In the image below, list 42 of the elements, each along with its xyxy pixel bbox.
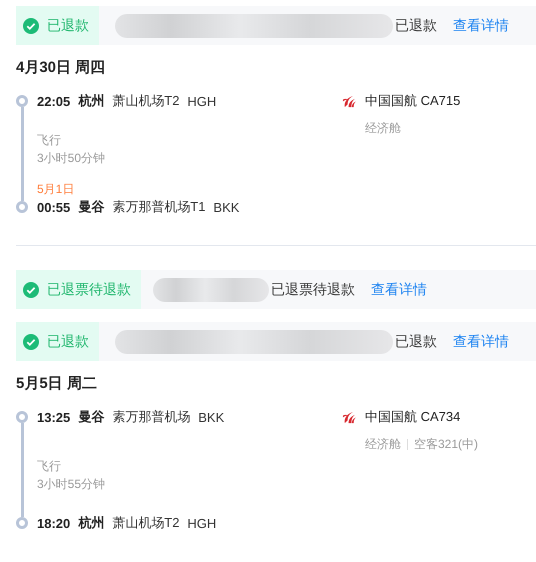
arrival-airport: 素万那普机场T1 bbox=[112, 198, 206, 216]
status-text: 已退款 bbox=[395, 332, 437, 350]
arrival-airport: 萧山机场T2 bbox=[112, 514, 180, 532]
arrival-date: 5月1日 bbox=[37, 181, 76, 198]
departure-time: 13:25 bbox=[37, 410, 70, 424]
cabin-info: 经济舱 bbox=[365, 120, 401, 137]
departure-city: 曼谷 bbox=[78, 408, 104, 426]
arrival-time: 18:20 bbox=[37, 516, 70, 530]
check-icon bbox=[23, 334, 39, 350]
date-heading: 4月30日 周四 bbox=[16, 58, 106, 77]
duration-label: 飞行 bbox=[37, 458, 62, 475]
arrival-city: 杭州 bbox=[78, 514, 104, 532]
flight-number: 中国国航 CA715 bbox=[365, 92, 460, 110]
departure-airport: 萧山机场T2 bbox=[112, 92, 180, 110]
duration-label: 飞行 bbox=[37, 132, 62, 149]
status-label: 已退款 bbox=[47, 16, 89, 34]
airport-code: HGH bbox=[187, 516, 216, 530]
departure-time: 22:05 bbox=[37, 94, 70, 108]
details-link[interactable]: 查看详情 bbox=[453, 332, 509, 350]
arrival-time: 00:55 bbox=[37, 200, 70, 214]
flight-duration: 3小时50分钟 bbox=[37, 150, 106, 167]
status-text: 已退款 bbox=[395, 16, 437, 34]
departure-city: 杭州 bbox=[78, 92, 104, 110]
flight-number: 中国国航 CA734 bbox=[365, 408, 460, 426]
status-label: 已退款 bbox=[47, 332, 89, 350]
cabin-info: 空客321(中) bbox=[414, 436, 478, 453]
departure-airport: 素万那普机场 bbox=[112, 408, 190, 426]
airline-logo-icon bbox=[342, 94, 357, 108]
flight-duration: 3小时55分钟 bbox=[37, 476, 106, 493]
arrival-city: 曼谷 bbox=[78, 198, 104, 216]
details-link[interactable]: 查看详情 bbox=[371, 280, 427, 298]
airport-code: BKK bbox=[198, 410, 224, 424]
check-icon bbox=[23, 18, 39, 34]
status-label: 已退票待退款 bbox=[47, 280, 131, 298]
airline-logo-icon bbox=[342, 410, 357, 424]
status-text: 已退票待退款 bbox=[271, 280, 355, 298]
details-link[interactable]: 查看详情 bbox=[453, 16, 509, 34]
airport-code: HGH bbox=[187, 94, 216, 108]
date-heading: 5月5日 周二 bbox=[16, 374, 98, 393]
cabin-info: 经济舱 bbox=[365, 436, 401, 453]
airport-code: BKK bbox=[213, 200, 240, 214]
check-icon bbox=[23, 282, 39, 298]
